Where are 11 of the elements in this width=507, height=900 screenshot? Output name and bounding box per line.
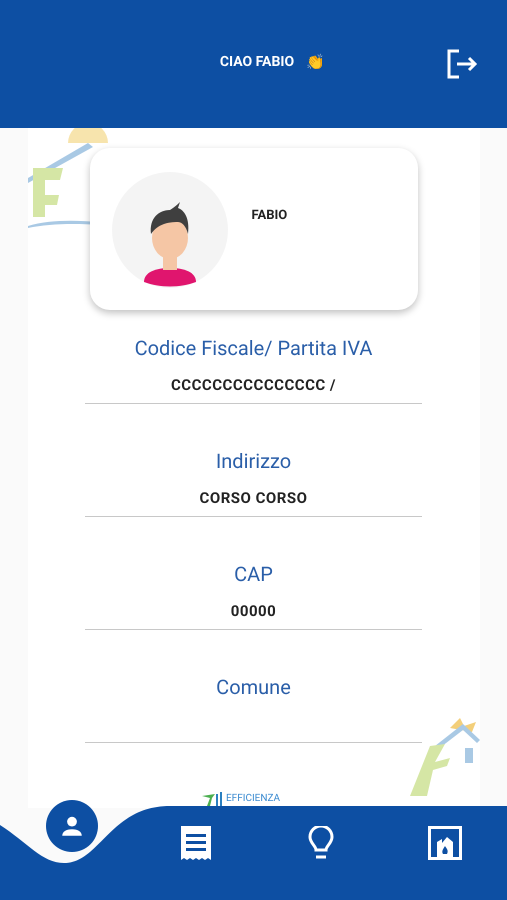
user-name: FABIO [252, 207, 288, 225]
field-label: CAP [234, 561, 273, 588]
field-label: Codice Fiscale/ Partita IVA [134, 335, 372, 362]
field-value: 00000 [230, 601, 276, 622]
field-label: Indirizzo [216, 448, 292, 475]
field-label: Comune [216, 674, 291, 701]
greeting: CIAO FABIO [220, 52, 294, 72]
field-value: CORSO CORSO [200, 488, 308, 509]
waving-hand-emoji: 👏 [306, 52, 326, 73]
field-value: CCCCCCCCCCCCCCC / [170, 375, 336, 396]
logo-text: EFFICIENZA [226, 793, 280, 805]
